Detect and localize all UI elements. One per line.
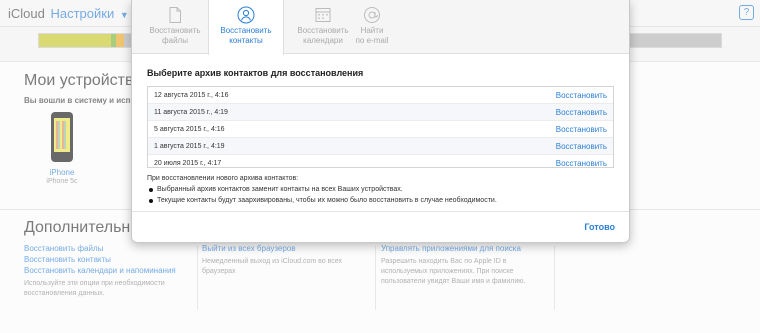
list-item: 1 августа 2015 г., 4:19 Восстановить [148, 138, 613, 155]
dialog-tabs: Восстановить файлы Восстановить контакты В… [132, 0, 629, 55]
tab-label-line1: Найти [360, 26, 384, 35]
dialog-heading: Выберите архив контактов для восстановле… [147, 68, 364, 78]
info-title: При восстановлении нового архива контакт… [147, 175, 299, 182]
contact-icon [237, 6, 255, 24]
restore-contacts-dialog: Восстановить файлы Восстановить контакты В… [131, 0, 630, 243]
list-item: 5 августа 2015 г., 4:16 Восстановить [148, 121, 613, 138]
calendar-icon [314, 6, 332, 24]
info-bullet: Текущие контакты будут заархивированы, ч… [147, 196, 617, 206]
divider [132, 211, 629, 212]
tab-label-line2: по e-mail [355, 36, 389, 45]
tab-label-line2: файлы [162, 36, 188, 45]
restore-button[interactable]: Восстановить [556, 91, 607, 100]
restore-button[interactable]: Восстановить [556, 125, 607, 134]
tab-find-by-email[interactable]: Найти по e-mail [334, 0, 410, 54]
list-item: 12 августа 2015 г., 4:16 Восстановить [148, 87, 613, 104]
restore-info: При восстановлении нового архива контакт… [147, 174, 617, 206]
tab-restore-contacts[interactable]: Восстановить контакты [208, 0, 284, 55]
at-icon [363, 6, 381, 24]
restore-button[interactable]: Восстановить [556, 142, 607, 151]
restore-button[interactable]: Восстановить [556, 108, 607, 117]
archive-date: 5 августа 2015 г., 4:16 [154, 126, 225, 133]
archive-date: 12 августа 2015 г., 4:16 [154, 92, 229, 99]
file-icon [166, 6, 184, 24]
tab-label-line2: контакты [229, 36, 263, 45]
tab-restore-files[interactable]: Восстановить файлы [137, 0, 213, 54]
list-item: 20 июля 2015 г., 4:17 Восстановить [148, 155, 613, 167]
tab-label-line1: Восстановить [149, 26, 201, 35]
list-item: 11 августа 2015 г., 4:19 Восстановить [148, 104, 613, 121]
info-bullet: Выбранный архив контактов заменит контак… [147, 185, 617, 195]
archive-date: 20 июля 2015 г., 4:17 [154, 160, 222, 167]
archive-date: 11 августа 2015 г., 4:19 [154, 109, 228, 116]
archive-date: 1 августа 2015 г., 4:19 [154, 143, 225, 150]
done-button[interactable]: Готово [584, 222, 615, 232]
archive-list[interactable]: 12 августа 2015 г., 4:16 Восстановить 11… [147, 86, 614, 168]
tab-label-line1: Восстановить [220, 26, 272, 35]
restore-button[interactable]: Восстановить [556, 159, 607, 167]
